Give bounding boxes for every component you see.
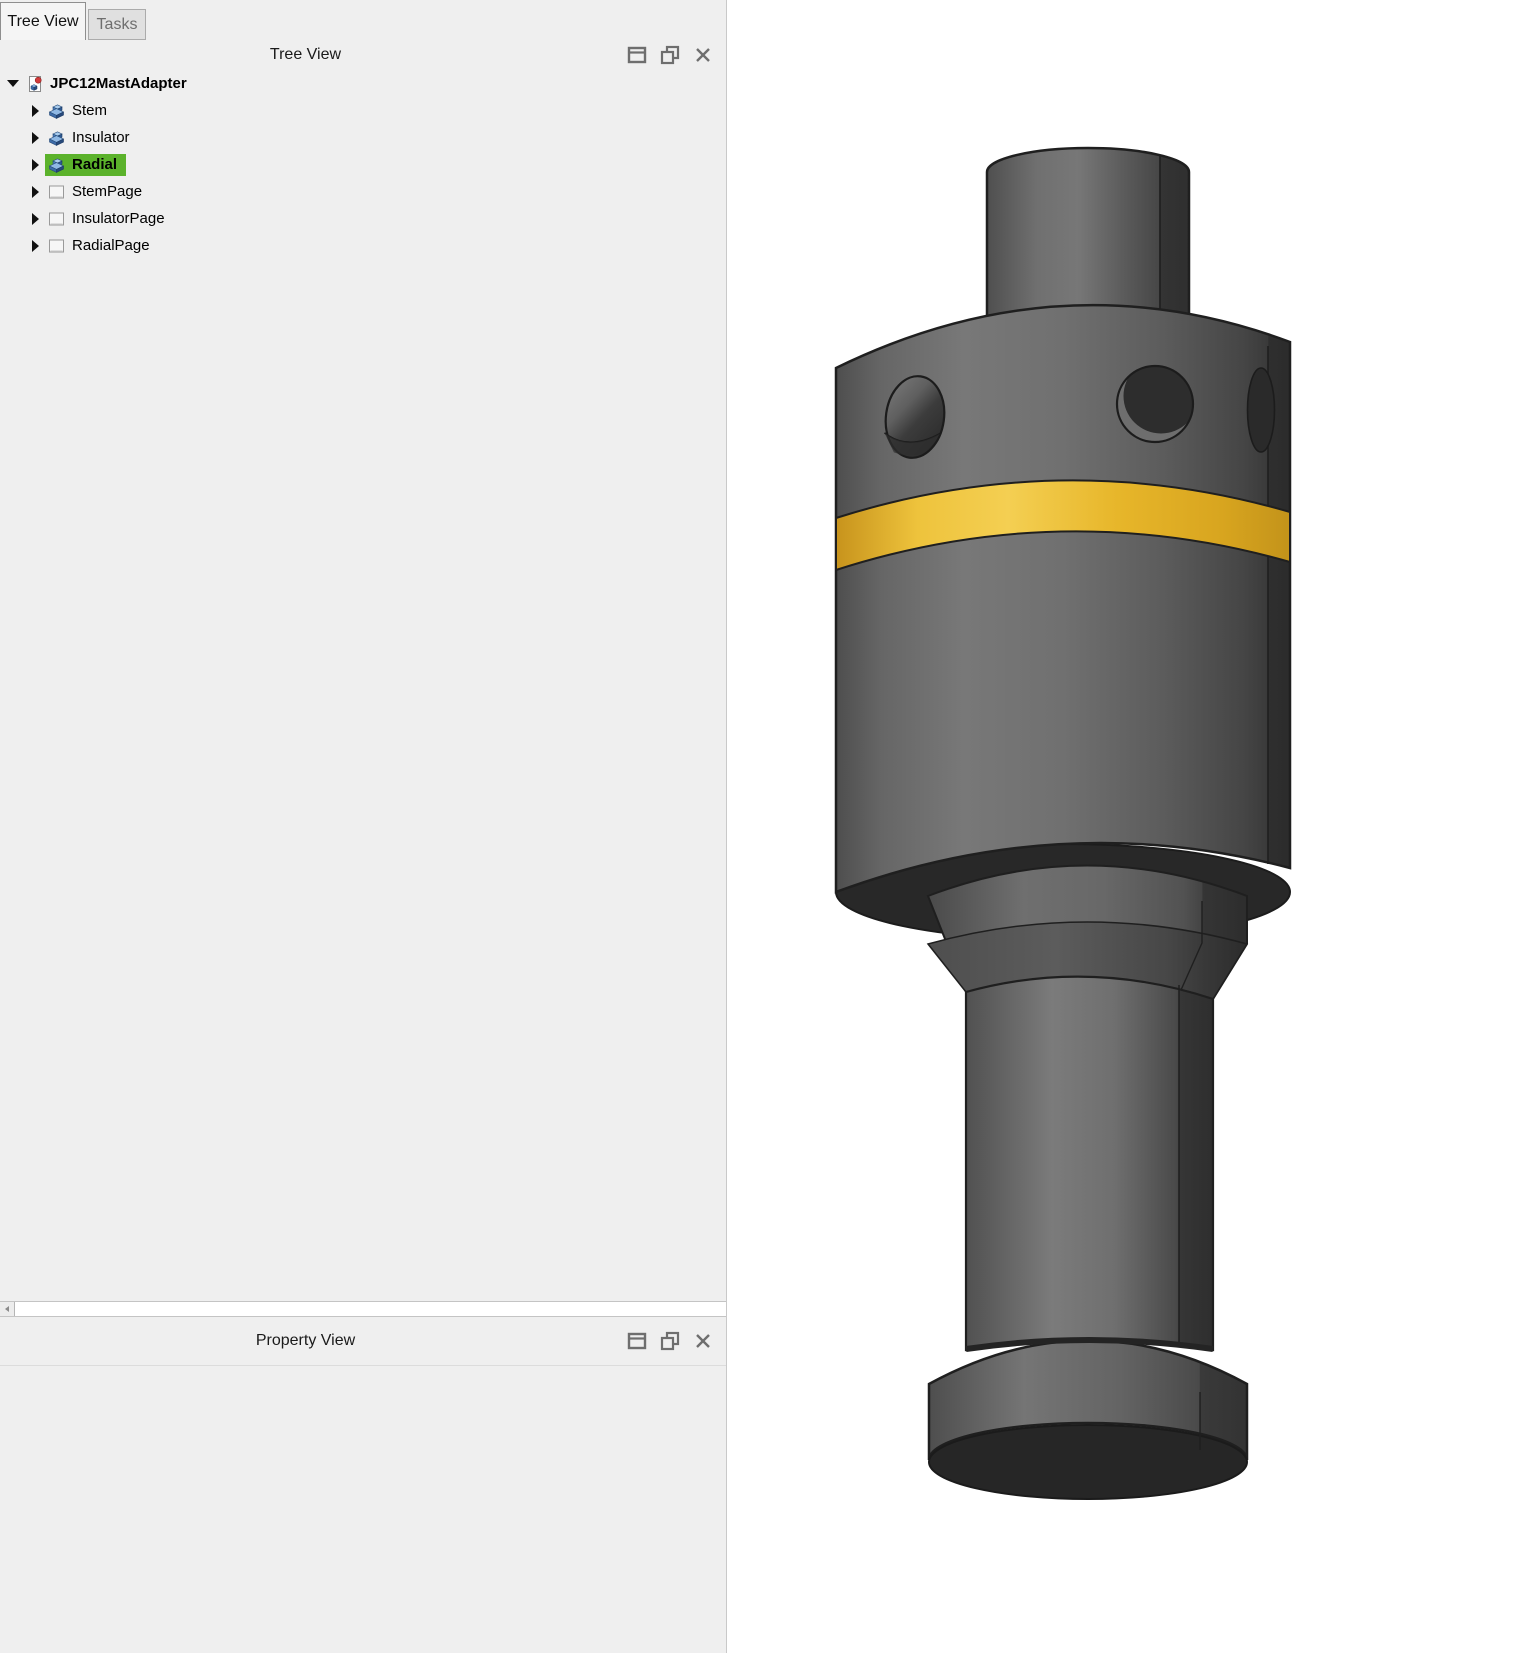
scroll-left-icon[interactable] (0, 1302, 15, 1316)
tree-row-radialpage[interactable]: RadialPage (0, 232, 726, 259)
chevron-right-icon[interactable] (28, 105, 42, 117)
close-icon[interactable] (692, 1330, 714, 1352)
tree-item-label: JPC12MastAdapter (50, 75, 187, 92)
tab-tree-view[interactable]: Tree View (0, 2, 86, 40)
tree-view-header: Tree View (0, 40, 726, 70)
tree-row-insulatorpage[interactable]: InsulatorPage (0, 205, 726, 232)
property-view-header: Property View (0, 1317, 726, 1365)
dock-icon[interactable] (626, 44, 648, 66)
dock-tab-bar: Tree View Tasks (0, 0, 726, 40)
float-icon[interactable] (659, 1330, 681, 1352)
tree-item-label: Stem (72, 102, 107, 119)
tree-item-label: StemPage (72, 183, 142, 200)
3d-model[interactable] (727, 0, 1534, 1653)
tree-item-label: RadialPage (72, 237, 150, 254)
tree-item-label: Insulator (72, 129, 130, 146)
3d-viewport[interactable] (727, 0, 1534, 1653)
dock-icon[interactable] (626, 1330, 648, 1352)
chevron-right-icon[interactable] (28, 213, 42, 225)
tree-row-document[interactable]: JPC12MastAdapter (0, 70, 726, 97)
page-icon (48, 237, 66, 255)
tree-row-stempage[interactable]: StemPage (0, 178, 726, 205)
document-icon (26, 75, 44, 93)
tree-row-insulator[interactable]: Insulator (0, 124, 726, 151)
tree-view: JPC12MastAdapter (0, 70, 726, 259)
float-icon[interactable] (659, 44, 681, 66)
tab-tasks[interactable]: Tasks (88, 9, 146, 40)
chevron-right-icon[interactable] (28, 240, 42, 252)
tree-item-label: InsulatorPage (72, 210, 165, 227)
chevron-right-icon[interactable] (28, 186, 42, 198)
body-icon (48, 156, 66, 174)
chevron-down-icon[interactable] (6, 79, 20, 88)
close-icon[interactable] (692, 44, 714, 66)
chevron-right-icon[interactable] (28, 159, 42, 171)
model-radial-hole-right[interactable] (1248, 368, 1275, 452)
property-view-divider (0, 1365, 726, 1366)
left-dock-panel: Tree View Tasks Tree View (0, 0, 727, 1653)
model-lower-shaft[interactable] (966, 977, 1213, 1350)
property-view-controls (626, 1330, 714, 1352)
model-flange[interactable] (929, 1341, 1247, 1500)
tree-row-radial[interactable]: Radial (0, 151, 726, 178)
property-view-title: Property View (0, 1317, 611, 1365)
page-icon (48, 210, 66, 228)
body-icon (48, 129, 66, 147)
tree-view-controls (626, 44, 714, 66)
tree-view-title: Tree View (0, 40, 611, 70)
body-icon (48, 102, 66, 120)
tree-horizontal-scrollbar[interactable] (0, 1301, 726, 1317)
tree-item-label: Radial (72, 156, 117, 173)
page-icon (48, 183, 66, 201)
application-window: Tree View Tasks Tree View (0, 0, 1534, 1653)
tree-row-stem[interactable]: Stem (0, 97, 726, 124)
chevron-right-icon[interactable] (28, 132, 42, 144)
